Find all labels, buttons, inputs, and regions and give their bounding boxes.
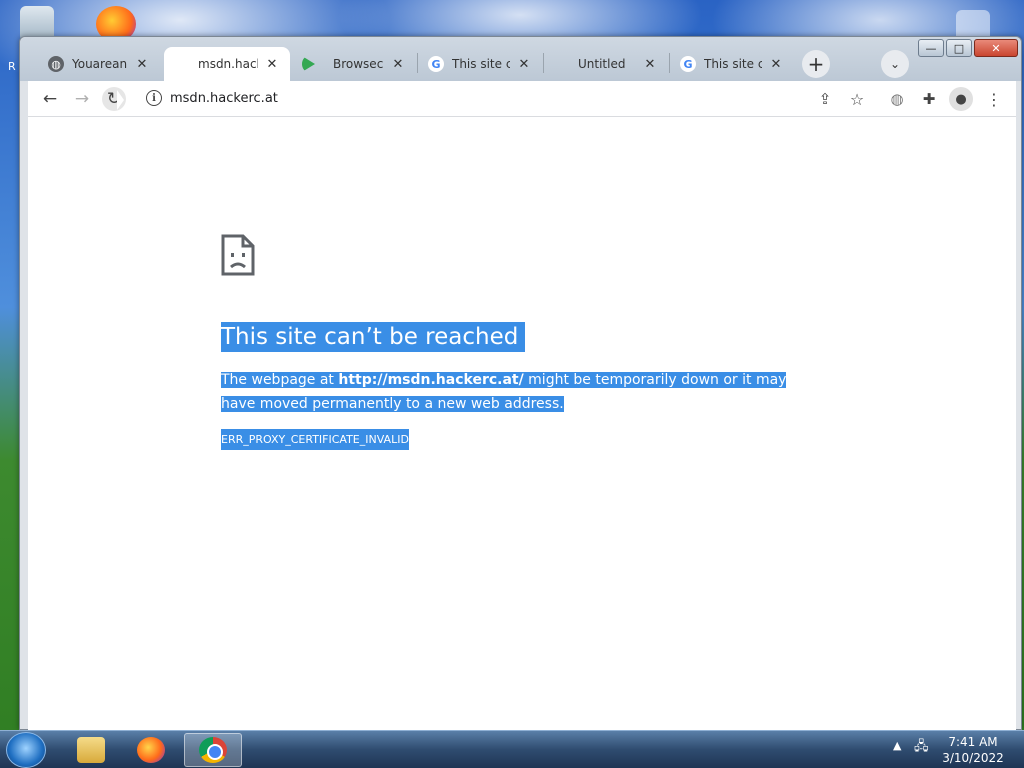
tab-strip: ◍ Youareanid ✕ msdn.hacke ✕ Browsec: C ✕… [20,37,1021,81]
browser-window: ◍ Youareanid ✕ msdn.hacke ✕ Browsec: C ✕… [19,36,1022,731]
share-icon: ⇪ [818,90,832,108]
desktop-icon-label: R [8,60,16,73]
minimize-button[interactable]: — [918,39,944,57]
tab-youareanid[interactable]: ◍ Youareanid ✕ [38,47,160,81]
maximize-button[interactable]: □ [946,39,972,57]
star-icon: ☆ [849,89,865,109]
taskbar-firefox[interactable] [122,733,180,767]
tab-label: msdn.hacke [198,57,258,71]
start-button[interactable] [6,732,46,768]
arrow-right-icon: → [74,89,90,109]
puzzle-icon: ✚ [922,90,936,108]
tab-search-button[interactable]: ⌄ [881,50,909,78]
sad-page-icon [221,234,255,276]
taskbar-chrome[interactable] [184,733,242,767]
globe-icon: ◍ [890,90,904,108]
clock-date: 3/10/2022 [942,751,1004,765]
show-hidden-icons-button[interactable]: ▲ [893,739,901,752]
kebab-menu-icon: ⋮ [986,89,1002,109]
profile-button[interactable]: ● [949,87,973,111]
share-button[interactable]: ⇪ [813,87,837,111]
browser-toolbar: ← → ↻ i msdn.hackerc.at ⇪ ☆ ◍ ✚ ● ⋮ [28,81,1016,117]
tab-label: Untitled [578,57,626,71]
clock-time: 7:41 AM [948,735,998,749]
error-code: ERR_PROXY_CERTIFICATE_INVALID [221,429,409,450]
firefox-icon [137,737,165,763]
system-clock[interactable]: 7:41 AM 3/10/2022 [938,734,1008,766]
minimize-icon: — [925,41,937,55]
page-content: This site can’t be reached The webpage a… [28,117,1016,731]
maximize-icon: □ [953,41,965,55]
chrome-icon [199,737,227,763]
chevron-down-icon: ⌄ [889,57,901,71]
tab-this-site-2[interactable]: G This site ca ✕ [670,47,794,81]
extensions-button[interactable]: ✚ [917,87,941,111]
forward-button[interactable]: → [70,87,94,111]
arrow-left-icon: ← [42,89,58,109]
tab-label: Browsec: C [333,57,384,71]
close-window-button[interactable]: ✕ [974,39,1018,57]
new-tab-button[interactable]: + [802,50,830,78]
error-title: This site can’t be reached [221,322,526,352]
google-icon: G [428,56,444,72]
menu-button[interactable]: ⋮ [982,87,1006,111]
tab-label: This site ca [704,57,762,71]
folder-icon [77,737,105,763]
taskbar-file-explorer[interactable] [62,733,120,767]
network-icon[interactable]: 🖧 [914,737,929,759]
extension-globe-button[interactable]: ◍ [885,87,909,111]
tab-browsec[interactable]: Browsec: C ✕ [292,47,416,81]
tab-close-icon[interactable]: ✕ [768,57,784,72]
mouse-cursor-icon [117,90,124,110]
person-icon: ● [955,91,967,107]
tab-this-site-1[interactable]: G This site ca ✕ [418,47,542,81]
error-description: The webpage at http://msdn.hackerc.at/ m… [221,368,791,416]
address-bar[interactable]: msdn.hackerc.at [170,91,278,106]
tab-close-icon[interactable]: ✕ [642,57,658,72]
site-info-icon[interactable]: i [146,90,162,106]
tab-close-icon[interactable]: ✕ [264,57,280,72]
tab-label: This site ca [452,57,510,71]
close-icon: ✕ [991,41,1001,55]
error-desc-prefix: The webpage at [221,372,339,388]
back-button[interactable]: ← [38,87,62,111]
globe-icon: ◍ [48,56,64,72]
bookmark-button[interactable]: ☆ [845,87,869,111]
taskbar: ▲ 🖧 7:41 AM 3/10/2022 [0,730,1024,768]
tab-close-icon[interactable]: ✕ [390,57,406,72]
tab-close-icon[interactable]: ✕ [516,57,532,72]
tab-label: Youareanid [72,57,128,71]
tab-untitled[interactable]: Untitled ✕ [544,47,668,81]
error-desc-url: http://msdn.hackerc.at/ [338,372,524,388]
google-icon: G [680,56,696,72]
tab-msdn-hackerc[interactable]: msdn.hacke ✕ [164,47,290,81]
tab-close-icon[interactable]: ✕ [134,57,150,72]
play-store-icon [302,56,315,72]
